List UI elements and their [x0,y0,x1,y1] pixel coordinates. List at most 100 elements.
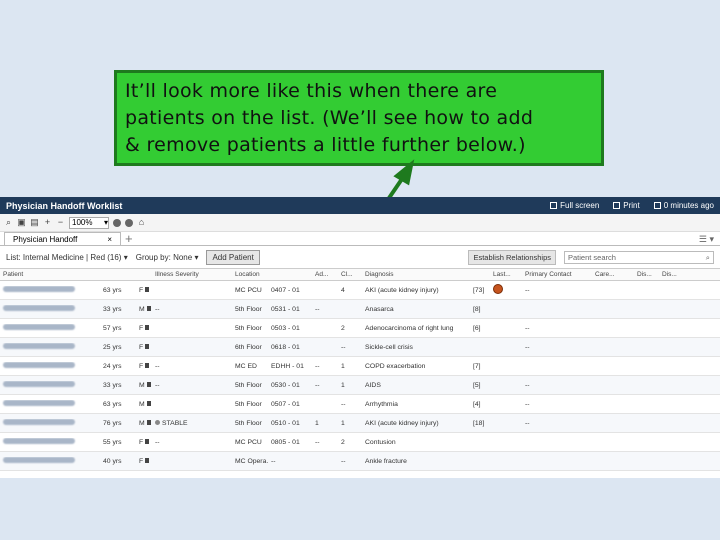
column-header[interactable]: Last... [490,271,522,278]
room-bed: 0503 - 01 [271,324,300,332]
illness-severity: -- [155,381,160,389]
patient-name[interactable] [0,400,100,408]
illness-severity-cell[interactable]: STABLE [152,419,232,427]
clinical-count: -- [341,400,346,408]
refresh-button[interactable]: 0 minutes ago [653,201,714,210]
redacted-name [3,400,75,406]
result-count[interactable]: [8] [470,306,490,313]
chevron-down-icon: ▾ [194,252,199,262]
patient-name[interactable] [0,343,100,351]
patient-search-input[interactable]: Patient search ⌕ [564,250,714,264]
add-tab-icon[interactable]: + [125,232,133,245]
establish-relationships-button[interactable]: Establish Relationships [468,249,556,265]
fullscreen-button[interactable]: Full screen [550,201,599,210]
patient-name[interactable] [0,286,100,294]
table-row[interactable]: 40 yrsFMC Opera...----Ankle fracture [0,452,720,471]
patient-sex: M [139,419,145,427]
table-row[interactable]: 57 yrs F 5th Floor 0503 - 01 2 Adenocarcinoma… [0,319,720,338]
patient-name[interactable] [0,438,100,446]
fullscreen-label: Full screen [560,201,600,210]
result-count[interactable]: [5] [470,382,490,389]
patient-name[interactable] [0,419,100,427]
document-icon[interactable]: ▤ [30,218,39,227]
callout-line: It’ll look more like this when there are [125,80,498,102]
list-select[interactable]: List: Internal Medicine | Red (16) ▾ [6,253,128,262]
clinical-count: -- [341,457,346,465]
column-header[interactable]: Illness Severity [152,271,232,278]
column-header[interactable]: Ad... [312,271,338,278]
diagnosis: COPD exacerbation [365,362,426,370]
table-row[interactable]: 55 yrs F -- MC PCU 0805 - 01 -- 2 Contusion [0,433,720,452]
print-button[interactable]: Print [613,201,640,210]
alert-badge-icon[interactable] [493,284,503,294]
table-row[interactable]: 33 yrs M -- 5th Floor 0530 - 01 -- 1 AIDS [5] -- [0,376,720,395]
result-count[interactable]: [7] [470,363,490,370]
table-row[interactable]: 63 yrs M 5th Floor 0507 - 01 -- Arrhythmia [4]… [0,395,720,414]
patient-icon[interactable]: ▣ [17,218,26,227]
back-icon[interactable] [113,218,121,227]
flag-icon[interactable] [145,438,150,444]
patient-sex-cell: M [136,305,152,313]
flag-icon[interactable] [145,343,150,349]
menu-icon[interactable]: ☰ ▾ [699,234,720,245]
flag-icon[interactable] [145,457,150,463]
callout-line: & remove patients a little further below… [125,134,526,156]
patient-name[interactable] [0,381,100,389]
location: 5th Floor [235,419,262,427]
column-header[interactable]: Primary Contact [522,271,592,278]
flag-icon[interactable] [146,400,151,406]
forward-icon[interactable] [125,218,133,227]
column-header[interactable]: Cl... [338,271,362,278]
patient-name[interactable] [0,305,100,313]
patient-sex-cell: F [136,438,152,446]
flag-icon[interactable] [146,381,151,387]
flag-icon[interactable] [145,286,150,292]
tab-physician-handoff[interactable]: Physician Handoff × [4,232,122,245]
close-icon[interactable]: × [107,235,112,244]
diagnosis: Sickle-cell crisis [365,343,413,351]
table-row[interactable]: 24 yrs F -- MC ED EDHH - 01 -- 1 COPD exacerbat… [0,357,720,376]
flag-icon[interactable] [145,362,150,368]
table-row[interactable]: 76 yrs M STABLE 5th Floor 0510 - 01 1 1 AKI (ac… [0,414,720,433]
diagnosis: Contusion [365,438,396,446]
patient-name[interactable] [0,324,100,332]
binoculars-icon[interactable]: ⌕ [4,218,13,227]
result-count[interactable]: [18] [470,420,490,427]
patient-name[interactable] [0,362,100,370]
table-row[interactable]: 33 yrs M -- 5th Floor 0531 - 01 -- Anasarca [8] [0,300,720,319]
result-count[interactable]: [73] [470,287,490,294]
patient-age: 63 yrs [103,400,122,408]
column-header[interactable]: Dis... [659,271,684,278]
column-header[interactable]: Patient [0,271,100,278]
flag-icon[interactable] [146,305,151,311]
illness-severity-cell[interactable]: -- [152,363,232,370]
illness-severity-cell[interactable]: -- [152,382,232,389]
patient-age: 57 yrs [103,324,122,332]
zoom-in-icon[interactable]: + [43,218,52,227]
result-count[interactable]: [4] [470,401,490,408]
group-select[interactable]: Group by: None ▾ [136,253,199,262]
lock-icon[interactable]: ⌂ [137,218,146,227]
patient-name[interactable] [0,457,100,465]
column-header[interactable]: Diagnosis [362,271,470,278]
location: 5th Floor [235,305,262,313]
flag-icon[interactable] [146,419,151,425]
column-header[interactable]: Dis... [634,271,659,278]
diagnosis: AKI (acute kidney injury) [365,286,439,294]
illness-severity-cell[interactable]: -- [152,306,232,313]
illness-severity-cell[interactable]: -- [152,439,232,446]
flag-icon[interactable] [145,324,150,330]
zoom-select[interactable]: 100% ▾ [69,216,109,229]
alert-cell [490,284,522,296]
column-header[interactable]: Care... [592,271,634,278]
result-count[interactable]: [6] [470,325,490,332]
add-patient-button[interactable]: Add Patient [206,249,260,265]
patient-sex: M [139,400,145,408]
location: 5th Floor [235,324,262,332]
column-header[interactable]: Location [232,271,268,278]
table-row[interactable]: 25 yrs F 6th Floor 0618 - 01 -- Sickle-cell c… [0,338,720,357]
patient-age: 63 yrs [103,286,122,294]
table-row[interactable]: 63 yrs F MC PCU 0407 - 01 4 AKI (acute kidney… [0,281,720,300]
zoom-out-icon[interactable]: − [56,218,65,227]
redacted-name [3,305,75,311]
